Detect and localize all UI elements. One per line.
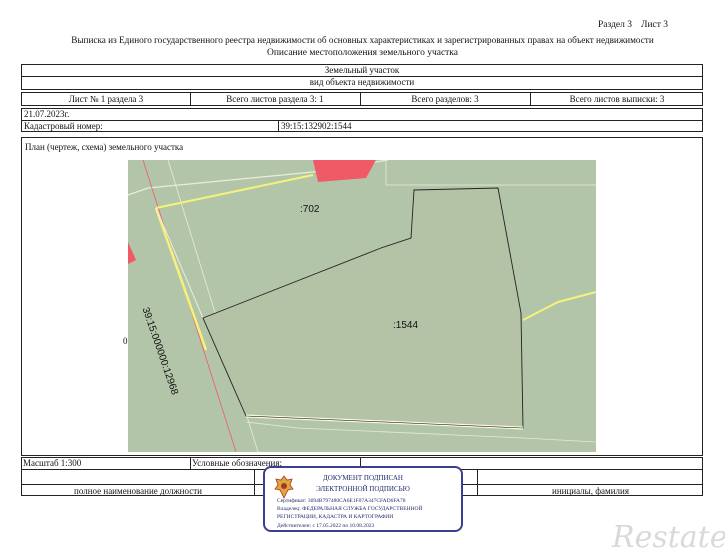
signature-line2: ЭЛЕКТРОННОЙ ПОДПИСЬЮ: [316, 485, 410, 493]
sheet-label: Лист 3: [641, 20, 669, 30]
main-parcel-label: :1544: [393, 320, 419, 331]
electronic-signature-stamp: ДОКУМЕНТ ПОДПИСАН ЭЛЕКТРОННОЙ ПОДПИСЬЮ С…: [263, 466, 463, 532]
cadastral-table: 21.07.2023г. Кадастровый номер: 39:15:13…: [21, 108, 703, 132]
extract-date: 21.07.2023г.: [24, 109, 70, 119]
total-extract-sheets: Всего листов выписки: 3: [569, 94, 665, 104]
sheets-row: Лист № 1 раздела 3 Всего листов раздела …: [21, 92, 703, 106]
object-type-box: Земельный участок вид объекта недвижимос…: [21, 64, 703, 90]
neighbor-parcel-label: :702: [300, 204, 320, 215]
position-label: полное наименование должности: [74, 486, 202, 496]
initials-label: инициалы, фамилия: [552, 486, 629, 496]
cadastral-number: 39:15:132902:1544: [281, 121, 352, 131]
signature-owner2: РЕГИСТРАЦИИ, КАДАСТРА И КАРТОГРАФИИ: [277, 514, 394, 520]
object-kind-label: вид объекта недвижимости: [309, 77, 415, 87]
total-sections: Всего разделов: 3: [411, 94, 479, 104]
document-title: Выписка из Единого государственного реес…: [71, 35, 654, 45]
plan-title: План (чертеж, схема) земельного участка: [25, 142, 184, 152]
watermark-logo: Restate: [612, 520, 725, 555]
document-subtitle: Описание местоположения земельного участ…: [266, 48, 459, 58]
signature-owner1: Владелец: ФЕДЕРАЛЬНАЯ СЛУЖБА ГОСУДАРСТВЕ…: [277, 506, 423, 512]
signature-valid: Действителен: с 17.05.2022 по 10.08.2023: [277, 523, 375, 529]
edge-mark: 0: [123, 336, 128, 346]
sheet-of-section: Лист № 1 раздела 3: [68, 94, 144, 104]
total-section-sheets: Всего листов раздела 3: 1: [226, 94, 324, 104]
signature-cert: Сертификат: 3094B797480CA6E1F07A347CFAD6…: [277, 498, 406, 504]
cadastral-map: :702 :1544 39:15:000000:12968: [128, 160, 596, 452]
object-type: Земельный участок: [324, 65, 400, 75]
section-label: Раздел 3: [598, 20, 632, 30]
scale-label: Масштаб 1:300: [23, 458, 82, 468]
signature-line1: ДОКУМЕНТ ПОДПИСАН: [323, 474, 403, 482]
cadastral-label: Кадастровый номер:: [24, 121, 103, 131]
